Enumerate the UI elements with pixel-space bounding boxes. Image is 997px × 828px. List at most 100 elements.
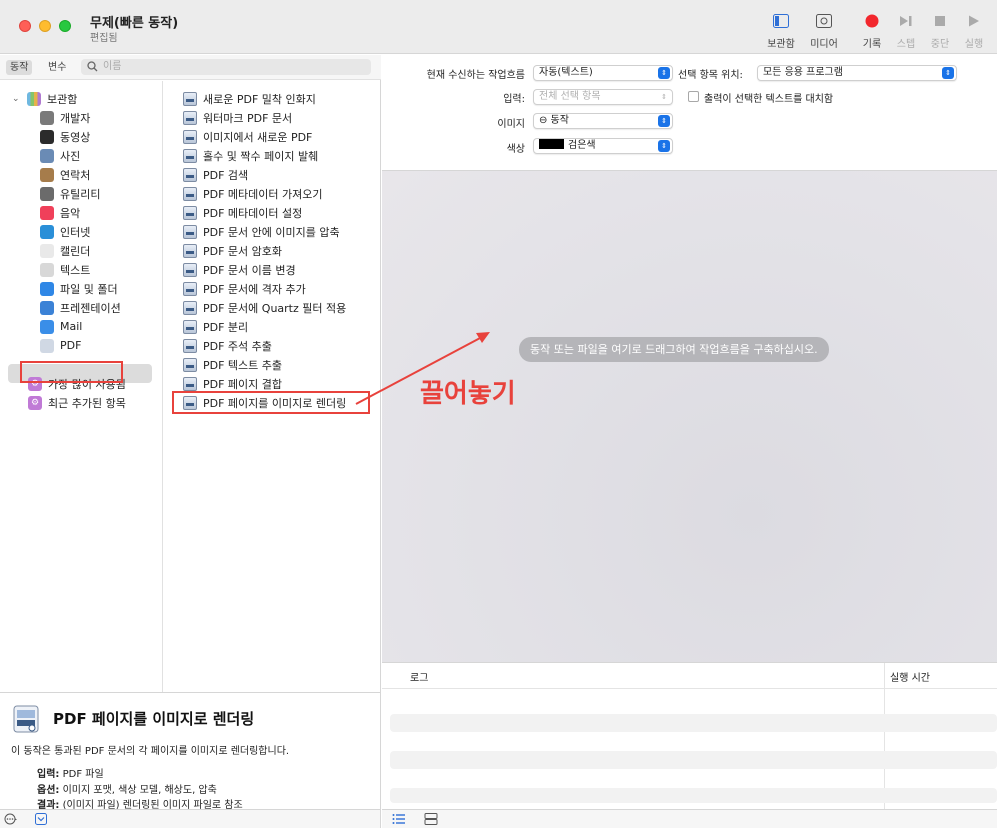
globe-icon [40, 224, 54, 239]
tab-variables[interactable]: 변수 [44, 60, 70, 75]
action-item[interactable]: PDF 문서에 격자 추가 [183, 279, 306, 298]
log-row [390, 714, 997, 732]
action-item[interactable]: PDF 메타데이터 가져오기 [183, 184, 323, 203]
selected-action-highlight-box [172, 391, 370, 414]
run-toolbar-button[interactable]: 실행 [952, 12, 996, 50]
image-popup[interactable]: ⊖ 동작 ⇕ [533, 113, 673, 129]
action-item[interactable]: 워터마크 PDF 문서 [183, 108, 292, 127]
location-popup[interactable]: 모든 응용 프로그램 ⇕ [757, 65, 957, 81]
workflow-bottom-bar [382, 809, 997, 828]
library-bottom-bar [0, 809, 381, 828]
category-item[interactable]: 텍스트 [40, 260, 90, 279]
action-item[interactable]: 홀수 및 짝수 페이지 발췌 [183, 146, 318, 165]
receives-popup[interactable]: 자동(텍스트) ⇕ [533, 65, 673, 81]
action-list: 새로운 PDF 밀착 인화지 워터마크 PDF 문서 이미지에서 새로운 PDF 홀수… [164, 81, 381, 692]
window-subtitle: 편집됨 [90, 33, 118, 44]
category-item[interactable]: PDF [40, 336, 81, 355]
replace-selected-text-label: 출력이 선택한 텍스트를 대치함 [704, 94, 834, 105]
action-item[interactable]: PDF 분리 [183, 317, 248, 336]
action-item[interactable]: 새로운 PDF 밀착 인화지 [183, 89, 316, 108]
description-input: 입력: PDF 파일 [37, 769, 104, 780]
pdf-render-action-icon [11, 704, 41, 734]
pdf-action-icon [183, 186, 197, 201]
media-toolbar-button[interactable]: 미디어 [802, 12, 846, 50]
run-time-column-header[interactable]: 실행 시간 [890, 669, 930, 684]
pdf-action-icon [183, 357, 197, 372]
color-swatch [539, 139, 564, 149]
pdf-action-icon [183, 110, 197, 125]
library-search-input[interactable]: 이름 [81, 59, 371, 75]
action-item[interactable]: PDF 메타데이터 설정 [183, 203, 302, 222]
sidebar-icon [759, 12, 803, 30]
action-item[interactable]: PDF 문서 암호화 [183, 241, 282, 260]
popup-arrows-icon: ⇕ [658, 115, 670, 127]
category-item[interactable]: 동영상 [40, 127, 90, 146]
category-list: ⌄ 보관함 개발자 동영상 사진 연락처 유틸리티 음악 인터넷 캘린더 텍스트 파일 및 폴더 프… [0, 81, 163, 692]
workflow-drop-hint: 동작 또는 파일을 여기로 드래그하여 작업흐름을 구축하십시오. [519, 337, 829, 362]
mail-icon [40, 319, 54, 334]
action-menu-icon[interactable] [4, 813, 18, 828]
split-view-icon[interactable] [424, 813, 438, 828]
title-bar: 무제(빠른 동작) 편집됨 보관함 미디어 기록 스텝 중단 실행 [0, 0, 997, 54]
category-item[interactable]: 캘린더 [40, 241, 90, 260]
close-window-button[interactable] [19, 20, 31, 32]
popup-arrows-icon: ⇕ [658, 140, 670, 152]
color-popup[interactable]: 검은색 ⇕ [533, 138, 673, 154]
log-header: 로그 실행 시간 [382, 663, 997, 810]
log-row [390, 751, 997, 769]
category-item[interactable]: 사진 [40, 146, 80, 165]
category-item[interactable]: 인터넷 [40, 222, 90, 241]
library-toolbar-button[interactable]: 보관함 [759, 12, 803, 50]
workflow-canvas[interactable]: 동작 또는 파일을 여기로 드래그하여 작업흐름을 구축하십시오. [382, 170, 997, 662]
action-description-pane: PDF 페이지를 이미지로 렌더링 이 동작은 통과된 PDF 문서의 각 페이… [0, 692, 381, 811]
action-item[interactable]: PDF 텍스트 추출 [183, 355, 282, 374]
action-item[interactable]: 이미지에서 새로운 PDF [183, 127, 312, 146]
hammer-icon [40, 110, 54, 125]
pdf-action-icon [183, 243, 197, 258]
action-item[interactable]: PDF 문서에 Quartz 필터 적용 [183, 298, 346, 317]
replace-selected-text-checkbox[interactable] [688, 91, 699, 102]
show-description-icon[interactable] [35, 813, 47, 828]
category-item[interactable]: Mail [40, 317, 82, 336]
finder-icon [40, 281, 54, 296]
log-column-header[interactable]: 로그 [410, 669, 428, 684]
zoom-window-button[interactable] [59, 20, 71, 32]
media-icon [802, 12, 846, 30]
action-item[interactable]: PDF 주석 추출 [183, 336, 272, 355]
play-icon [952, 12, 996, 30]
smart-group-item[interactable]: ⚙ 최근 추가된 항목 [28, 393, 126, 412]
action-item[interactable]: PDF 문서 안에 이미지를 압축 [183, 222, 340, 241]
category-item[interactable]: 프레젠테이션 [40, 298, 121, 317]
category-item[interactable]: 파일 및 폴더 [40, 279, 118, 298]
category-item[interactable]: 연락처 [40, 165, 90, 184]
tab-actions[interactable]: 동작 [6, 60, 33, 75]
description-body: 이 동작은 통과된 PDF 문서의 각 페이지를 이미지로 렌더링합니다. [11, 746, 290, 757]
action-item[interactable]: PDF 검색 [183, 165, 248, 184]
action-item[interactable]: PDF 문서 이름 변경 [183, 260, 296, 279]
log-row [390, 788, 997, 803]
drag-annotation-label: 끌어놓기 [420, 379, 516, 409]
image-label: 이미지 [497, 119, 525, 130]
pdf-action-icon [183, 300, 197, 315]
receives-label: 현재 수신하는 작업흐름 [426, 70, 525, 81]
category-item[interactable]: 개발자 [40, 108, 90, 127]
pdf-action-icon [183, 205, 197, 220]
workflow-pane: 현재 수신하는 작업흐름 자동(텍스트) ⇕ 선택 항목 위치: 모든 응용 프… [382, 55, 997, 810]
category-item[interactable]: 유틸리티 [40, 184, 100, 203]
category-item[interactable]: 음악 [40, 203, 80, 222]
calendar-icon [40, 243, 54, 258]
minimize-window-button[interactable] [39, 20, 51, 32]
library-pane: 동작 변수 이름 ⌄ 보관함 개발자 동영상 사진 연락처 유틸리티 음악 인터넷 캘린더 텍스… [0, 55, 381, 692]
library-toolbar: 동작 변수 이름 [0, 55, 381, 80]
chevron-down-icon[interactable]: ⌄ [12, 94, 22, 104]
pdf-action-icon [183, 129, 197, 144]
text-icon [40, 262, 54, 277]
pdf-action-icon [183, 319, 197, 334]
list-view-icon[interactable] [392, 813, 406, 828]
input-popup[interactable]: 전체 선택 항목 ⇕ [533, 89, 673, 105]
pdf-icon [40, 338, 54, 353]
color-label: 색상 [506, 144, 525, 155]
description-options: 옵션: 이미지 포맷, 색상 모델, 해상도, 압축 [37, 785, 217, 796]
library-root[interactable]: ⌄ 보관함 [12, 89, 77, 108]
input-label: 입력: [503, 94, 525, 105]
